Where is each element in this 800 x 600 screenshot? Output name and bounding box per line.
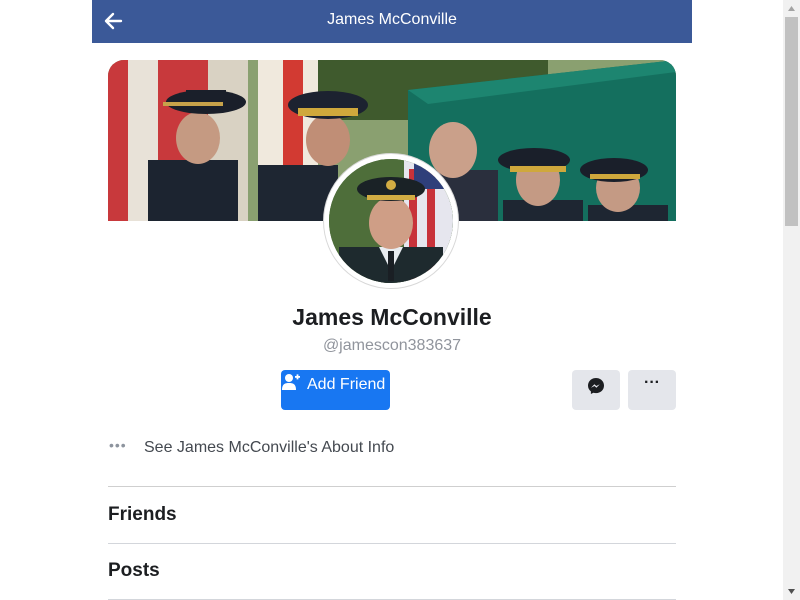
more-options-icon: ··· [644,374,660,391]
profile-handle: @jamescon383637 [322,337,462,354]
section-friends[interactable]: Friends [108,504,177,526]
top-bar: James McConville [92,0,692,43]
message-button[interactable] [572,370,620,410]
avatar-image [329,159,453,283]
scroll-down-arrow-icon[interactable] [783,583,800,600]
profile-avatar[interactable] [324,154,458,288]
add-friend-button[interactable]: Add Friend [281,370,390,410]
add-friend-icon [282,374,300,390]
divider [108,543,676,544]
add-friend-label: Add Friend [307,376,386,393]
more-dots-icon: ••• [109,437,127,453]
page: James McConville James McConville @james… [0,0,800,600]
divider [108,486,676,487]
section-posts[interactable]: Posts [108,560,160,582]
page-title: James McConville [327,11,457,28]
scroll-up-arrow-icon[interactable] [783,0,800,17]
about-info-label: See James McConville's About Info [144,439,395,456]
vertical-scrollbar[interactable] [783,0,800,600]
messenger-icon [588,378,604,394]
scrollbar-thumb[interactable] [785,17,798,226]
profile-name: James McConville [292,304,492,330]
about-info-link[interactable]: ••• See James McConville's About Info [108,437,676,461]
more-options-button[interactable]: ··· [628,370,676,410]
